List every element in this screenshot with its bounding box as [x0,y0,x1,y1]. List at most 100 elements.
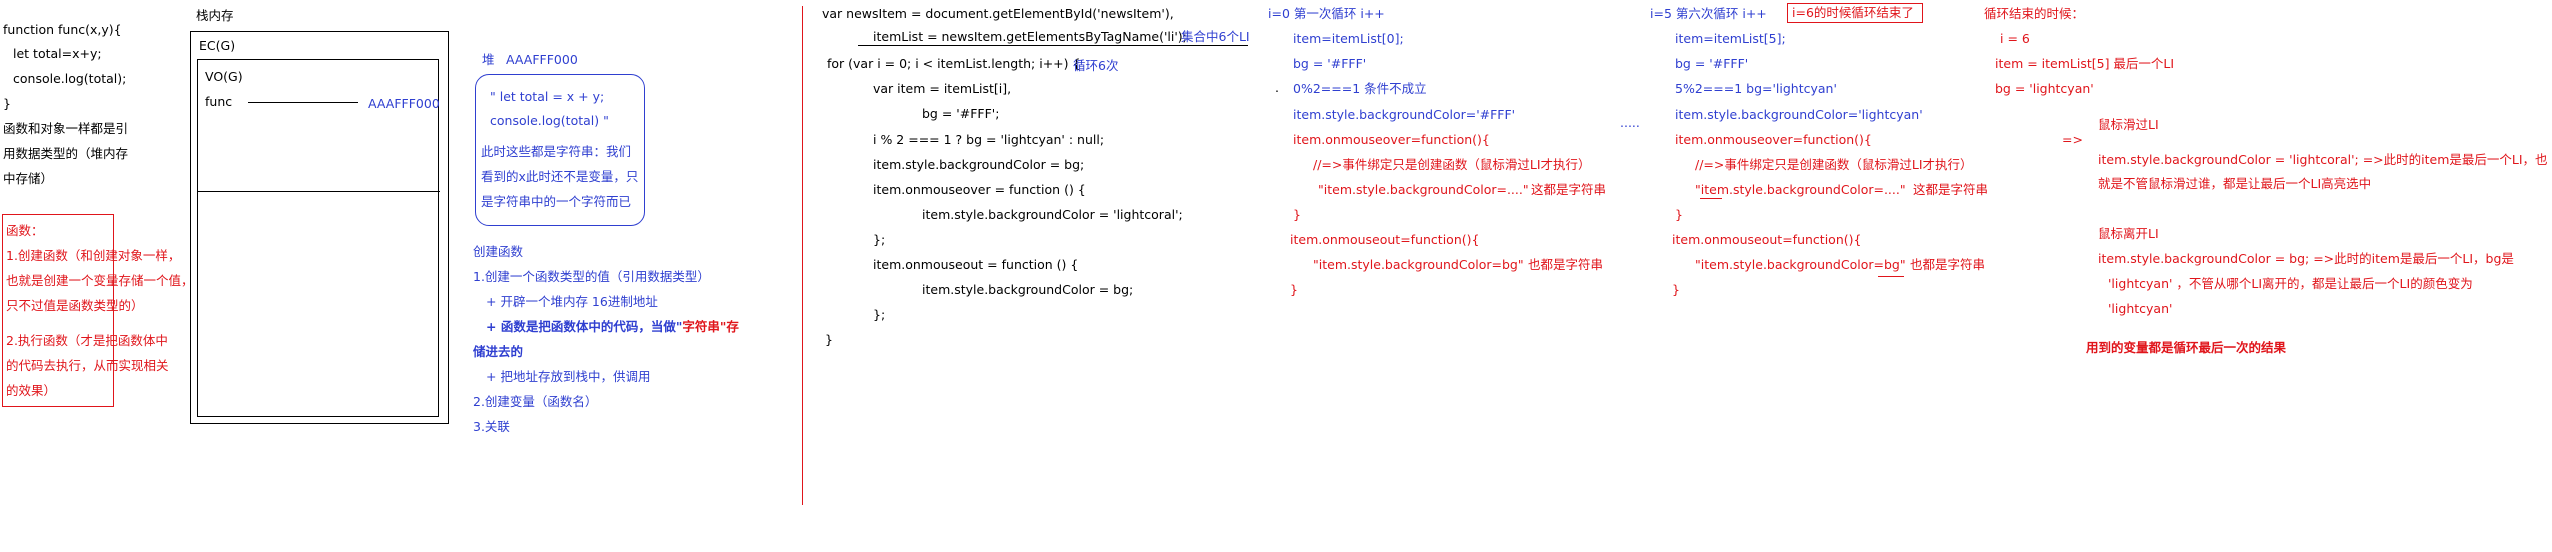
arrow: => [2062,132,2083,147]
create-line: 3.关联 [473,419,510,434]
step-line: 2.执行函数（才是把函数体中 [6,333,168,348]
vo-label: VO(G) [205,69,243,84]
note-line: 用数据类型的（堆内存 [3,146,129,161]
loop-line: item.style.backgroundColor='#FFF' [1293,107,1516,122]
code-line: i % 2 === 1 ? bg = 'lightcyan' : null; [873,132,1105,147]
create-line: + 函数是把函数体中的代码，当做"字符串"存 [486,319,739,335]
code-line: itemList = newsItem.getElementsByTagName… [873,29,1187,44]
create-line: + 把地址存放到栈中，供调用 [486,369,651,384]
function-steps-box: 函数： 1.创建函数（和创建对象一样， 也就是创建一个变量存储一个值， 只不过值… [2,214,194,407]
ec-g-box: VO(G) func [197,59,440,417]
loop-line: } [1672,282,1680,297]
loop-line: "item.style.backgroundColor=bg" [1695,257,1906,272]
loop-line: 0%2===1 条件不成立 [1293,81,1427,96]
loop-line: item.style.backgroundColor='lightcyan' [1675,107,1923,122]
heap-memory-box: " let total = x + y; console.log(total) … [475,74,645,226]
code-line: var newsItem = document.getElementById('… [822,6,1174,21]
heap-code: console.log(total) " [490,113,609,128]
loop-line: item.onmouseover=function(){ [1293,132,1490,147]
loop-line: item.onmouseout=function(){ [1672,232,1862,247]
func-link-line [248,102,358,103]
underline [1700,198,1722,199]
loop-line: item.onmouseout=function(){ [1290,232,1480,247]
loop-header: i=5 第六次循环 i++ [1650,6,1767,21]
loop-note: 也都是字符串 [1910,257,1986,272]
mouseover-title: 鼠标滑过LI [2098,117,2159,132]
func-address: AAAFFF000 [368,96,440,111]
create-text-highlight: 字符串 [682,319,720,334]
mouseout-line: 'lightcyan' ，不管从哪个LI离开的，都是让最后一个LI的颜色变为 [2108,276,2473,291]
stack-memory-box: EC(G) VO(G) func [190,31,449,424]
code-note: 循环6次 [1073,58,1119,73]
heap-note: 看到的x此时还不是变量，只 [481,169,639,184]
code-line: item.onmouseout = function () { [873,257,1079,272]
code-line: var item = itemList[i], [873,81,1012,96]
step-line: 只不过值是函数类型的） [6,298,144,313]
stack-title: 栈内存 [196,8,234,23]
create-line: 2.创建变量（函数名） [473,394,598,409]
step-line: 的效果） [6,383,57,398]
underline [1878,276,1904,277]
loop-line: "item.style.backgroundColor=bg" [1313,257,1524,272]
loop-dot: . [1275,80,1279,95]
loop-line: //=>事件绑定只是创建函数（鼠标滑过LI才执行） [1313,157,1591,172]
loop-line: "item.style.backgroundColor=...." [1318,182,1529,197]
create-line: + 开辟一个堆内存 16进制地址 [486,294,658,309]
loop-line: item.onmouseover=function(){ [1675,132,1872,147]
code-line: let total=x+y; [13,46,102,61]
heap-label: 堆 [482,52,495,67]
mouseout-title: 鼠标离开LI [2098,226,2159,241]
loop-end-badge: i=6的时候循环结束了 [1787,3,1923,23]
heap-code: " let total = x + y; [490,89,605,104]
loop-line: item=itemList[5]; [1675,31,1786,46]
loop-note: 这都是字符串 [1913,182,1989,197]
code-line: }; [873,232,886,247]
heap-note: 此时这些都是字符串：我们 [481,144,632,159]
mouseout-line: 'lightcyan' [2108,301,2173,316]
code-note: 集合中6个LI [1181,29,1250,44]
separator-line [802,6,803,505]
code-line: } [825,332,833,347]
ellipsis: ..... [1620,115,1640,130]
code-line: item.style.backgroundColor = bg; [873,157,1085,172]
vo-divider [198,191,440,192]
code-line: for (var i = 0; i < itemList.length; i++… [827,56,1081,71]
heap-note: 是字符串中的一个字符而已 [481,194,632,209]
loop-line: } [1290,282,1298,297]
loop-line: //=>事件绑定只是创建函数（鼠标滑过LI才执行） [1695,157,1973,172]
code-line: console.log(total); [13,71,127,86]
loop-header: i=0 第一次循环 i++ [1268,6,1385,21]
end-line: bg = 'lightcyan' [1995,81,2094,96]
loop-note: 也都是字符串 [1528,257,1604,272]
loop-line: bg = '#FFF' [1675,56,1749,71]
step-line: 1.创建函数（和创建对象一样， [6,248,181,263]
create-text: "存 [719,319,739,334]
loop-line: 5%2===1 bg='lightcyan' [1675,81,1837,96]
create-title: 创建函数 [473,244,524,259]
func-var: func [205,94,233,109]
code-line: function func(x,y){ [3,22,122,37]
loop-line: bg = '#FFF' [1293,56,1367,71]
step-line: 也就是创建一个变量存储一个值， [6,273,194,288]
loop-line: } [1293,207,1301,222]
underline [858,45,1248,46]
code-line: item.style.backgroundColor = 'lightcoral… [922,207,1183,222]
code-line: }; [873,307,886,322]
loop-line: item=itemList[0]; [1293,31,1404,46]
end-line: item = itemList[5] 最后一个LI [1995,56,2175,71]
create-line: 1.创建一个函数类型的值（引用数据类型） [473,269,710,284]
create-text: + 函数是把函数体中的代码，当做" [486,319,683,334]
loop-line: "item.style.backgroundColor=...." [1695,182,1906,197]
code-line: item.onmouseover = function () { [873,182,1086,197]
code-line: } [3,96,11,111]
step-line: 的代码去执行，从而实现相关 [6,358,169,373]
heap-address: AAAFFF000 [506,52,578,67]
mouseover-line: 就是不管鼠标滑过谁，都是让最后一个LI高亮选中 [2098,176,2372,191]
end-line: i = 6 [2000,31,2030,46]
note-line: 中存储） [3,171,54,186]
loop-note: 这都是字符串 [1531,182,1607,197]
conclusion: 用到的变量都是循环最后一次的结果 [2086,340,2287,355]
ec-label: EC(G) [199,38,236,53]
code-line: item.style.backgroundColor = bg; [922,282,1134,297]
loop-line: } [1675,207,1683,222]
